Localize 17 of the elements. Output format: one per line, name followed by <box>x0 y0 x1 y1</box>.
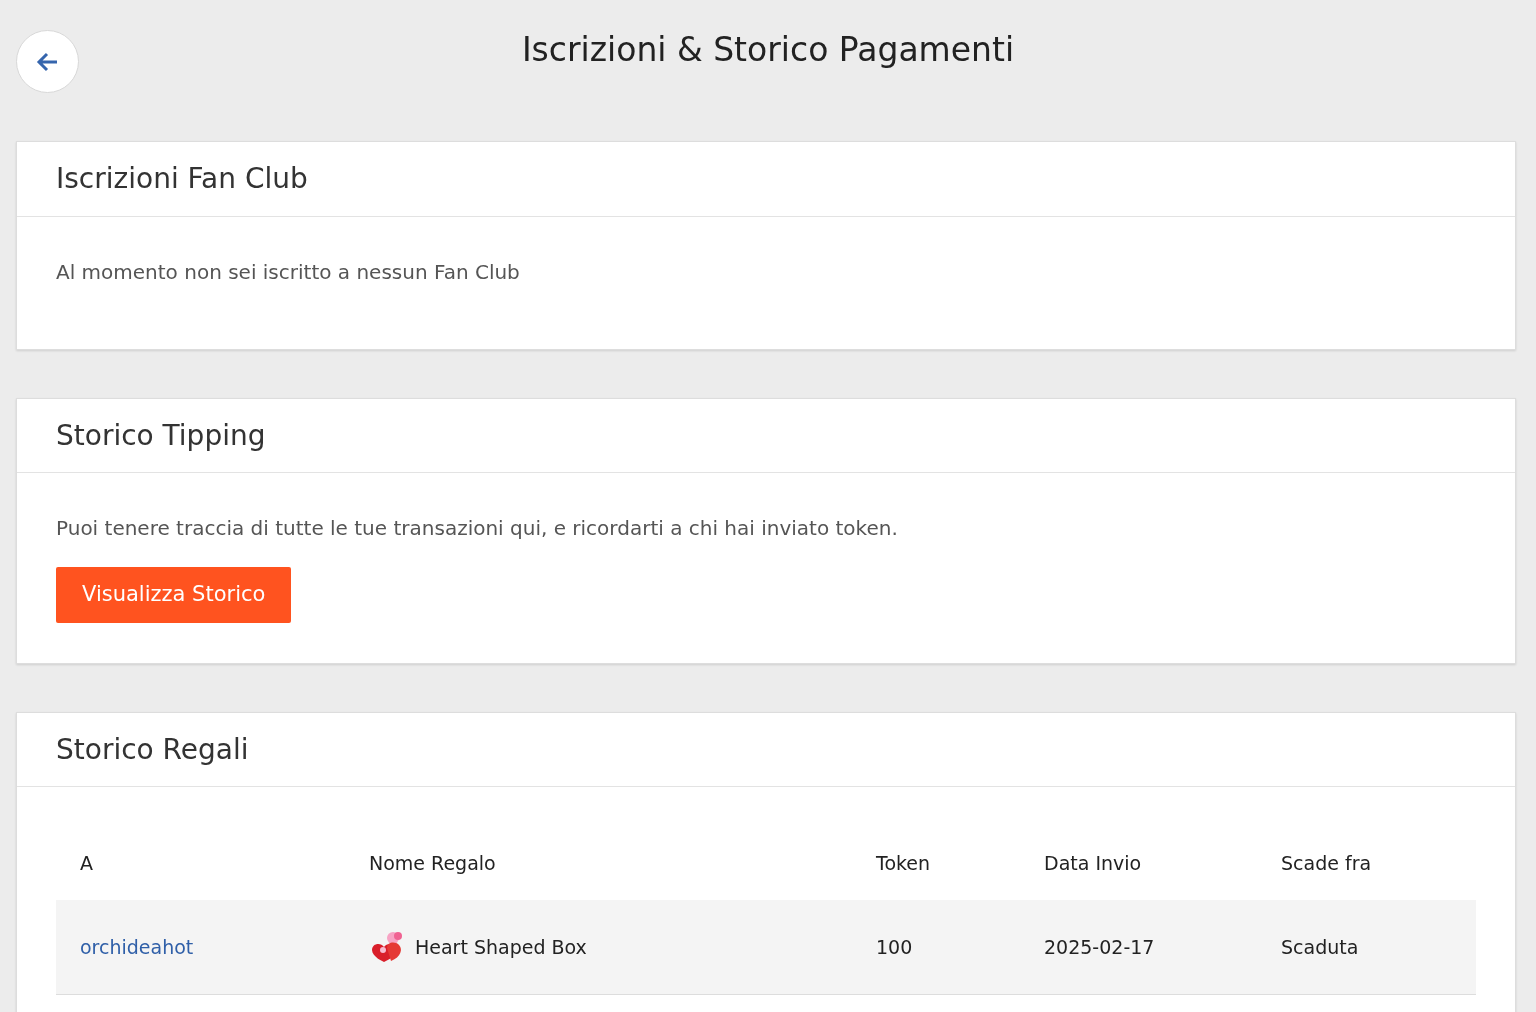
table-cell: Scaduta <box>1257 899 1476 995</box>
table-cell: 2025-02-17 <box>1020 899 1257 995</box>
column-header: A <box>56 827 345 900</box>
column-header: Scade fra <box>1257 827 1476 900</box>
page-title: Iscrizioni & Storico Pagamenti <box>520 30 1016 70</box>
section-title: Storico Tipping <box>17 398 1515 474</box>
column-header: Data Invio <box>1020 827 1257 900</box>
section-title: Iscrizioni Fan Club <box>17 142 1515 217</box>
recipient-link[interactable]: orchideahot <box>80 935 194 958</box>
empty-message: Al momento non sei iscritto a nessun Fan Club <box>56 258 521 286</box>
column-header: Token <box>852 827 1020 900</box>
description-text: Puoi tenere traccia di tutte le tue transazioni qui, e ricordarti a chi hai inviato token. <box>56 515 899 543</box>
gift-name: Heart Shaped Box <box>415 934 587 960</box>
column-header: Nome Regalo <box>345 827 852 900</box>
view-history-button[interactable]: Visualizza Storico <box>56 567 292 623</box>
table-cell: 100 <box>852 899 1020 995</box>
section-title: Storico Regali <box>17 712 1515 788</box>
